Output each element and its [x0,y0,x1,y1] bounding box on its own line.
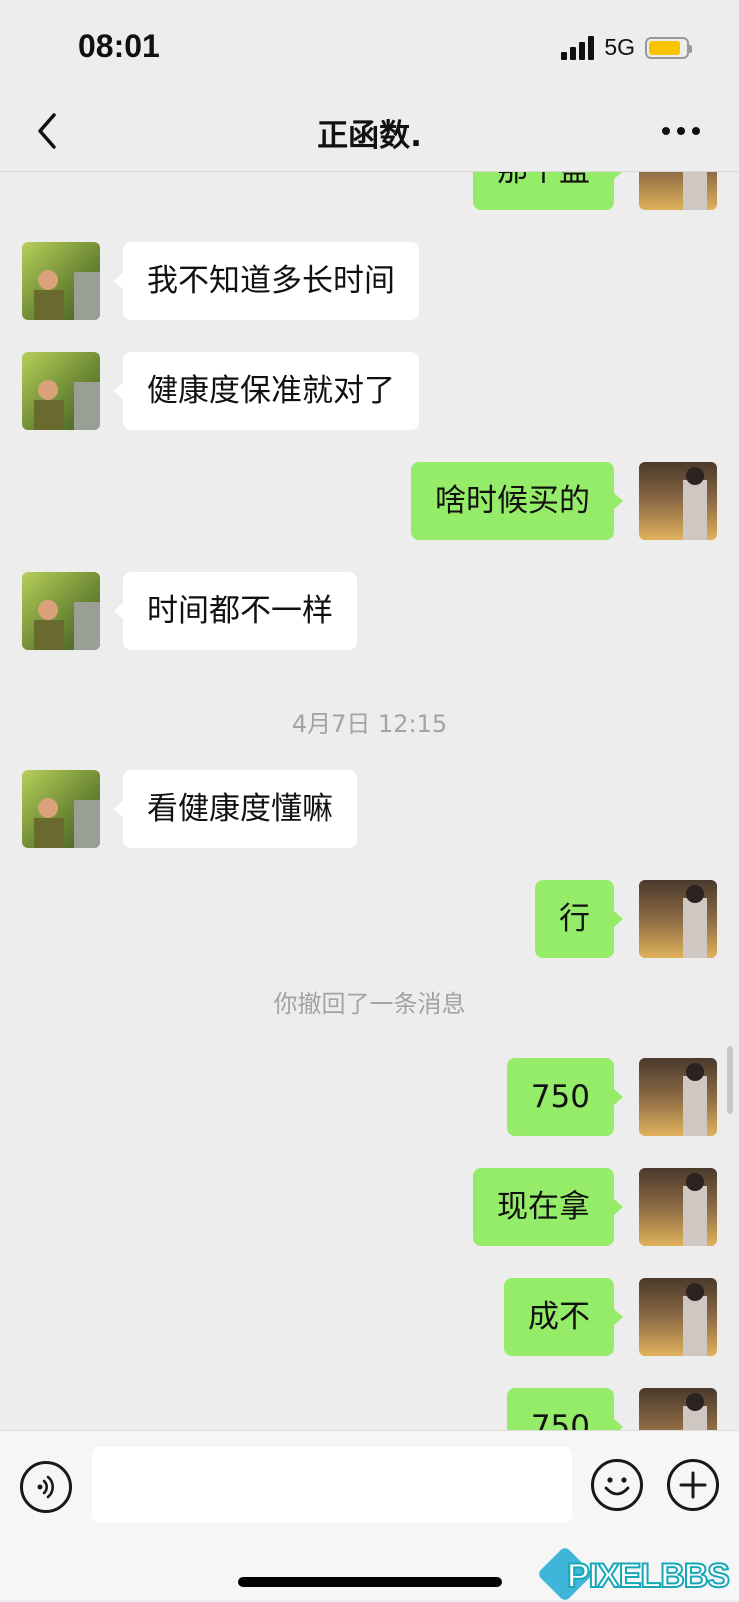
contact-avatar[interactable] [22,242,100,320]
my-avatar[interactable] [639,1168,717,1246]
message-row-sent: 啥时候买的 [0,462,739,540]
chat-title: 正函数. [317,118,422,154]
nav-bar: 正函数. [0,90,739,172]
more-dots-icon [662,127,700,135]
message-bubble-sent[interactable]: 成不 [504,1278,623,1356]
more-button[interactable] [653,106,709,156]
home-indicator [238,1577,502,1587]
my-avatar[interactable] [639,1278,717,1356]
signal-icon [561,35,595,60]
contact-avatar[interactable] [22,572,100,650]
my-avatar[interactable] [639,880,717,958]
more-actions-button[interactable] [667,1459,719,1511]
contact-avatar[interactable] [22,770,100,848]
message-row-sent: 750 [0,1058,739,1136]
message-row-received: 时间都不一样 [0,572,739,650]
voice-icon [37,1475,54,1499]
voice-button[interactable] [20,1461,72,1513]
network-type: 5G [604,34,635,60]
emoji-icon [604,1477,630,1496]
message-row-received: 健康度保准就对了 [0,352,739,430]
message-row-received: 看健康度懂嘛 [0,770,739,848]
my-avatar[interactable] [639,462,717,540]
message-bubble-sent[interactable]: 750 [506,1058,624,1136]
status-indicators: 5G [561,34,692,61]
emoji-button[interactable] [591,1459,643,1511]
message-row-sent: 750 [0,1388,739,1430]
message-list[interactable]: 那个盘 我不知道多长时间 健康度保准就对了 啥时候买的 时间都不一样 4月7日 … [0,172,739,1430]
status-time: 08:01 [78,28,160,64]
message-bubble-sent[interactable]: 750 [506,1388,624,1430]
message-bubble-sent[interactable]: 那个盘 [473,172,623,210]
message-bubble-sent[interactable]: 啥时候买的 [411,462,623,540]
contact-avatar[interactable] [22,352,100,430]
message-bubble-received[interactable]: 我不知道多长时间 [114,242,419,320]
message-row-sent: 行 [0,880,739,958]
my-avatar[interactable] [639,1388,717,1430]
watermark-text: PIXELBBS [566,1556,731,1596]
status-bar: 08:01 5G [0,0,739,90]
timestamp-label: 4月7日 12:15 [291,710,448,738]
message-bubble-received[interactable]: 健康度保准就对了 [114,352,419,430]
recalled-message-notice: 你撤回了一条消息 [273,990,466,1018]
my-avatar[interactable] [639,1058,717,1136]
message-row-sent: 成不 [0,1278,739,1356]
message-bubble-sent[interactable]: 行 [535,880,623,958]
message-row-sent: 现在拿 [0,1168,739,1246]
my-avatar[interactable] [639,172,717,210]
message-bubble-received[interactable]: 时间都不一样 [114,572,357,650]
message-bubble-received[interactable]: 看健康度懂嘛 [114,770,357,848]
plus-icon [679,1471,707,1499]
message-bubble-sent[interactable]: 现在拿 [473,1168,623,1246]
battery-icon [645,36,692,59]
message-input[interactable] [92,1447,572,1523]
scrollbar-thumb[interactable] [727,1046,733,1114]
message-row-sent: 那个盘 [0,172,739,210]
watermark-logo: PIXELBBS [536,1545,735,1602]
message-row-received: 我不知道多长时间 [0,242,739,320]
